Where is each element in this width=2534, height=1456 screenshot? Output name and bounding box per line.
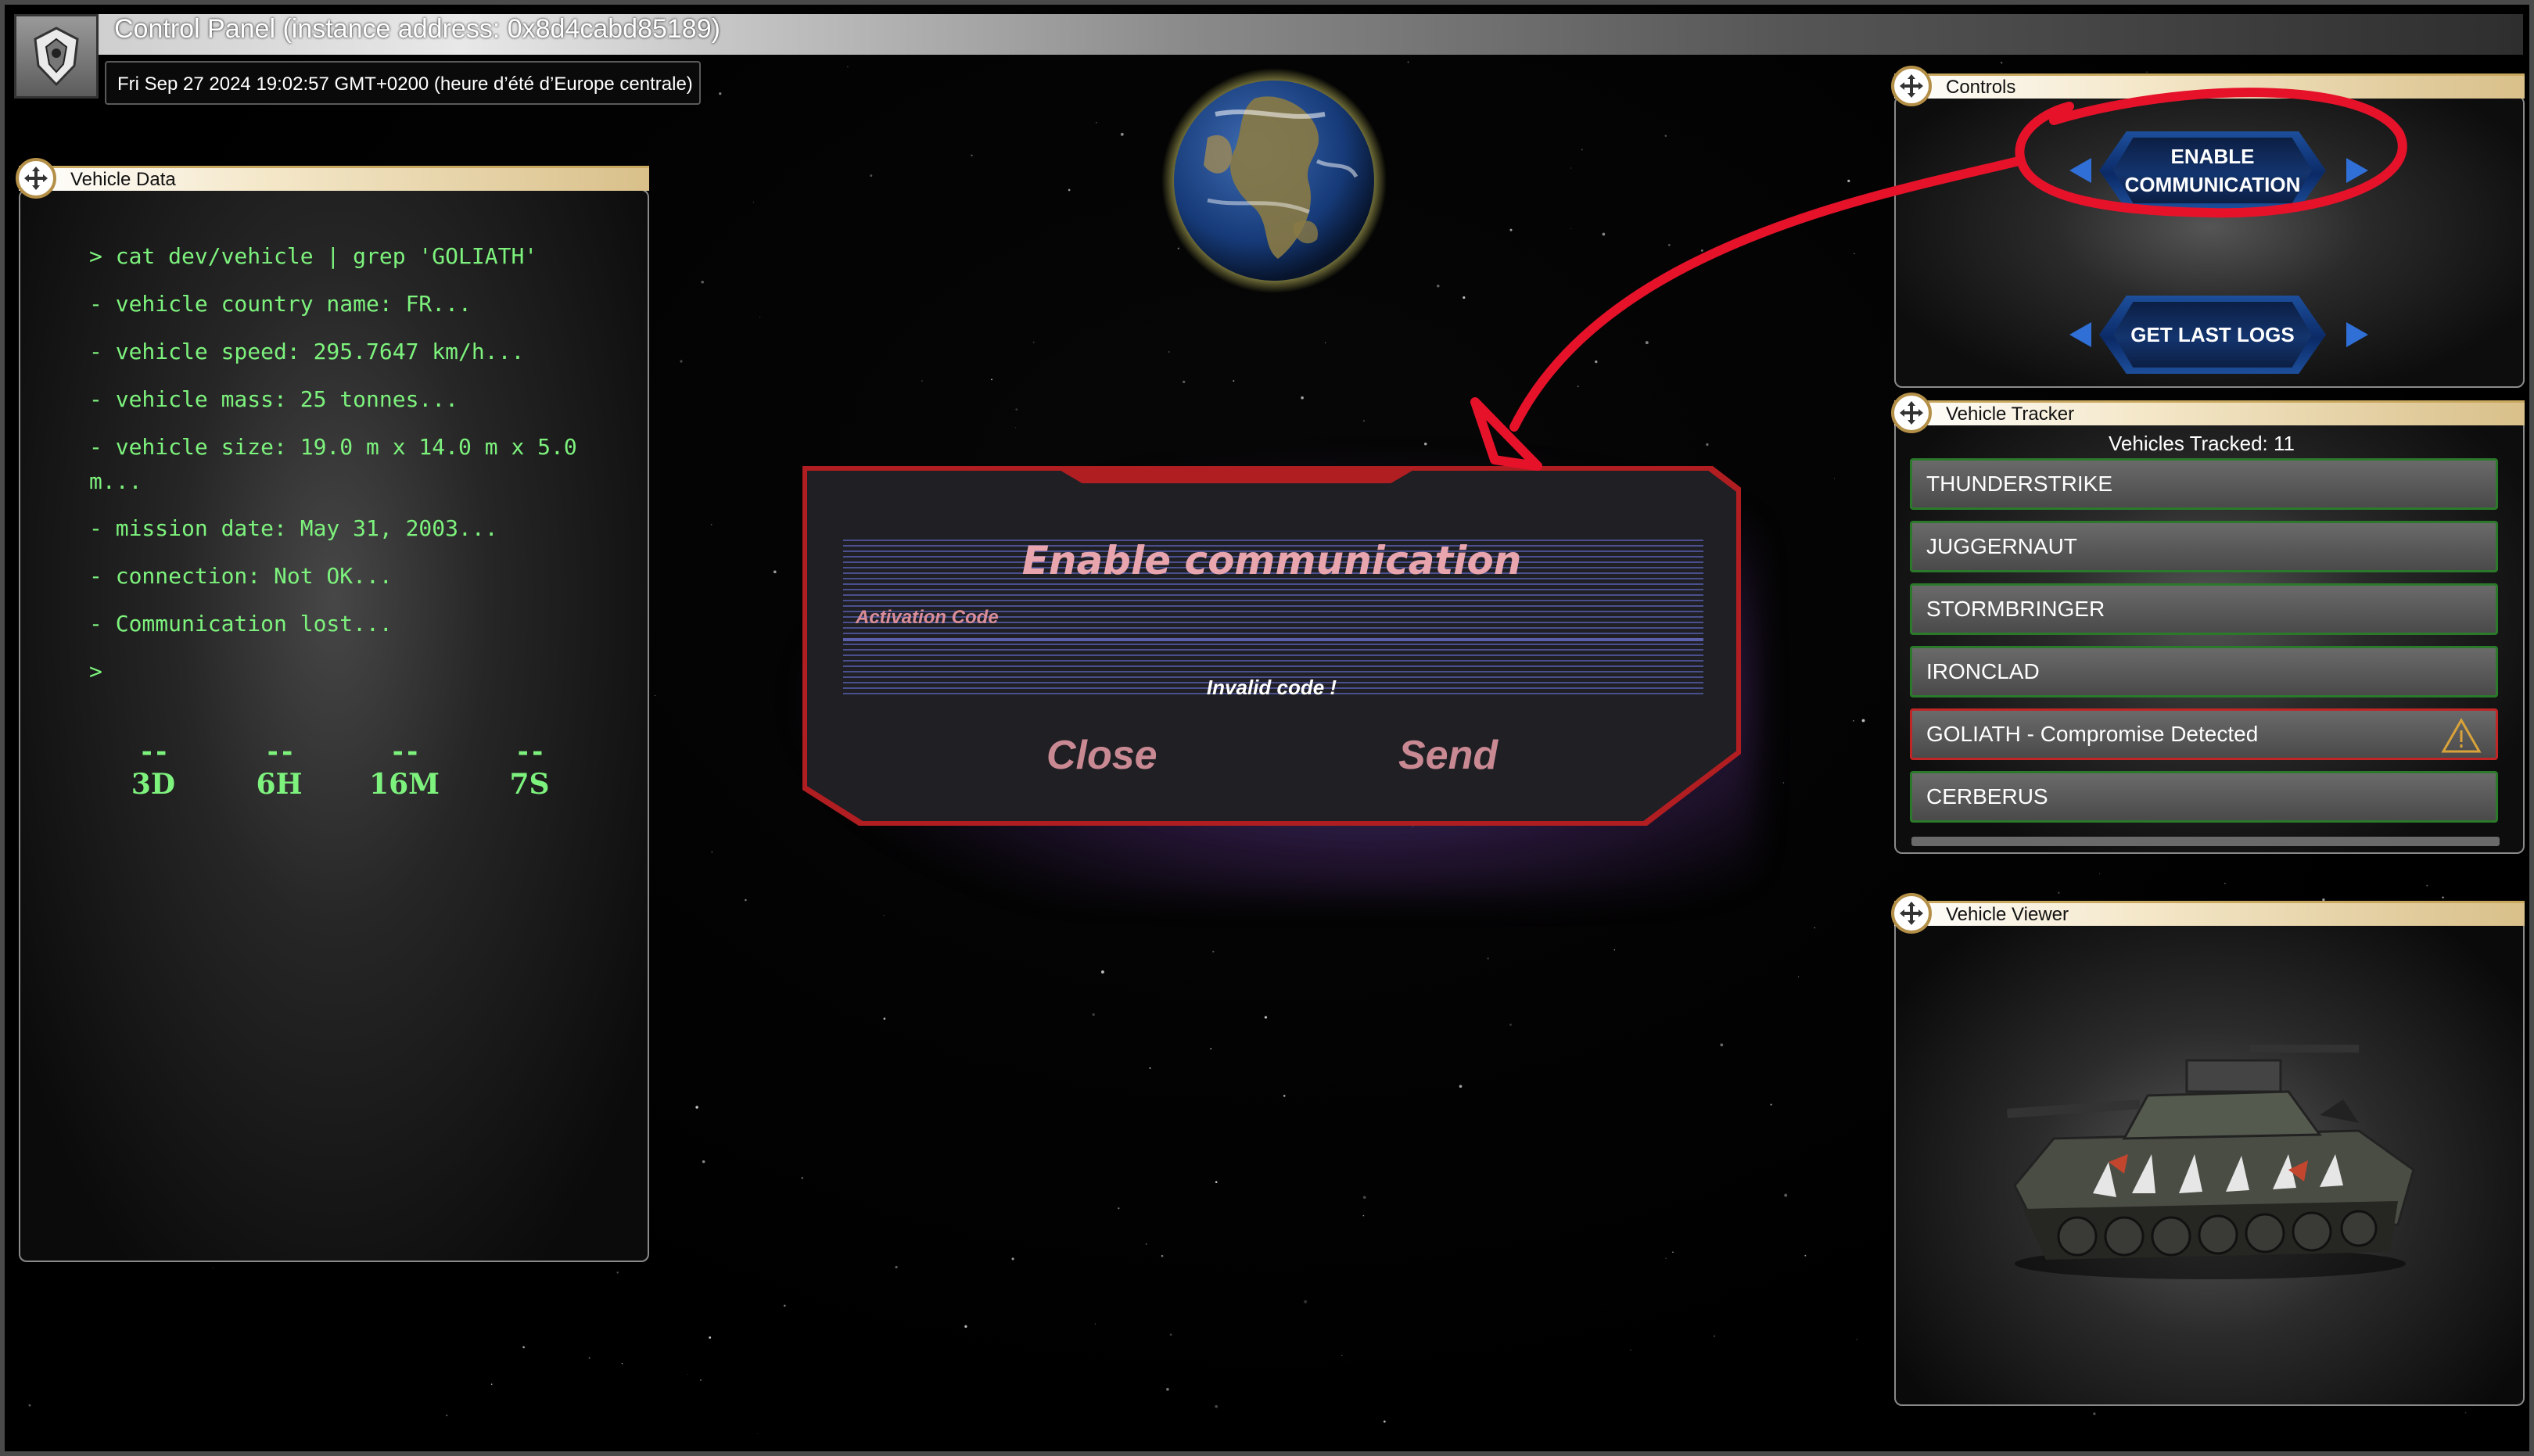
enable-label-line2: COMMUNICATION [2124, 173, 2301, 196]
tracker-item-ironclad[interactable]: IRONCLAD [1910, 646, 2498, 698]
dialog-title: Enable communication [1021, 538, 1522, 583]
vehicle-viewer-title: Vehicle Viewer [1946, 904, 2069, 925]
move-handle-icon[interactable] [1891, 393, 1932, 433]
vehicles-tracked-count: Vehicles Tracked: 11 [2109, 432, 2295, 455]
get-last-logs-button[interactable]: GET LAST LOGS [2099, 296, 2326, 374]
tracker-item-label: GOLIATH - Compromise Detected [1926, 722, 2259, 746]
vehicle-viewer-header: Vehicle Viewer [1894, 901, 2525, 926]
send-button[interactable]: Send [1398, 732, 1498, 779]
terminal-line: - vehicle mass: 25 tonnes... [89, 386, 459, 412]
terminal-prompt[interactable]: > [89, 658, 102, 684]
earth-globe [1161, 68, 1387, 293]
arrow-right-icon [2346, 322, 2368, 347]
app-logo [14, 14, 99, 99]
vehicle-tracker-header: Vehicle Tracker [1894, 400, 2525, 425]
terminal-line: - vehicle size: 19.0 m x 14.0 m x 5.0 [89, 434, 577, 460]
terminal-line: m... [89, 468, 142, 494]
arrow-left-icon [2069, 322, 2091, 347]
countdown-minutes: -- 16M [369, 737, 440, 801]
move-arrows-icon [24, 167, 48, 190]
vehicle-data-title: Vehicle Data [70, 169, 176, 190]
close-button[interactable]: Close [1046, 732, 1158, 779]
terminal-line: - vehicle country name: FR... [89, 291, 472, 317]
move-handle-icon[interactable] [1891, 893, 1932, 934]
tracker-item-thunderstrike[interactable]: THUNDERSTRIKE [1910, 458, 2498, 510]
tracker-item-label: THUNDERSTRIKE [1926, 472, 2113, 496]
dialog-top-tab [1053, 466, 1420, 483]
tracker-item-cerberus[interactable]: CERBERUS [1910, 771, 2498, 823]
vehicle-tracker-title: Vehicle Tracker [1946, 403, 2075, 425]
activation-code-input[interactable] [843, 638, 1703, 641]
countdown-seconds: -- 7S [509, 737, 550, 801]
terminal-line: - Communication lost... [89, 611, 393, 637]
tracker-item-label: JUGGERNAUT [1926, 534, 2077, 558]
activation-code-label: Activation Code [856, 607, 999, 628]
controls-title: Controls [1946, 77, 2016, 98]
logs-label: GET LAST LOGS [2130, 323, 2295, 346]
enable-communication-dialog: Enable communication Activation Code Inv… [802, 466, 1741, 826]
datetime-display: Fri Sep 27 2024 19:02:57 GMT+0200 (heure… [105, 61, 701, 105]
vehicle-data-header: Vehicle Data [19, 166, 649, 191]
error-message: Invalid code ! [1206, 676, 1337, 699]
enable-label-line1: ENABLE [2170, 145, 2255, 168]
arrow-right-icon [2346, 158, 2368, 183]
tracker-item-juggernaut[interactable]: JUGGERNAUT [1910, 521, 2498, 572]
terminal-line: - connection: Not OK... [89, 563, 393, 589]
countdown-hours: -- 6H [256, 737, 303, 801]
tracker-item-label: IRONCLAD [1926, 659, 2040, 683]
move-arrows-icon [1900, 74, 1923, 98]
app-stage: Control Panel (instance address: 0x8d4ca… [0, 0, 2534, 1456]
tracker-item-label: STORMBRINGER [1926, 597, 2105, 621]
enable-communication-button[interactable]: ENABLE COMMUNICATION [2099, 131, 2326, 210]
countdown-days: -- 3D [131, 737, 176, 801]
move-arrows-icon [1900, 902, 1923, 925]
tracker-item-stormbringer[interactable]: STORMBRINGER [1910, 583, 2498, 635]
terminal-line: - mission date: May 31, 2003... [89, 515, 498, 541]
arrow-left-icon [2069, 158, 2091, 183]
controls-header: Controls [1894, 74, 2525, 99]
tracker-item-label: CERBERUS [1926, 784, 2048, 809]
tracker-item-goliath[interactable]: GOLIATH - Compromise Detected [1910, 708, 2498, 760]
tracker-scrollbar[interactable] [1911, 837, 2500, 846]
terminal-line: > cat dev/vehicle | grep 'GOLIATH' [89, 243, 538, 269]
window-title: Control Panel (instance address: 0x8d4ca… [114, 14, 720, 44]
terminal-line: - vehicle speed: 295.7647 km/h... [89, 339, 525, 364]
warning-icon [2441, 718, 2482, 753]
move-handle-icon[interactable] [1891, 66, 1932, 106]
logo-icon [34, 27, 79, 87]
tank-3d-model[interactable] [1991, 1037, 2429, 1287]
move-handle-icon[interactable] [16, 158, 56, 199]
move-arrows-icon [1900, 401, 1923, 425]
